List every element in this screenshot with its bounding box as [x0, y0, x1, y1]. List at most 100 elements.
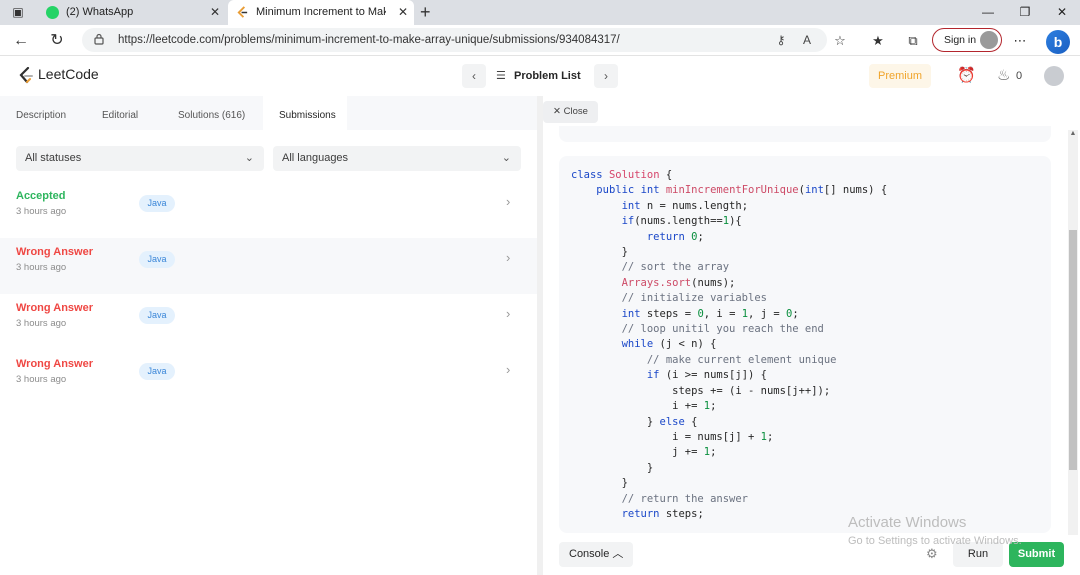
tab-description[interactable]: Description	[16, 96, 66, 130]
code-line: class Solution {	[571, 169, 673, 181]
submission-status: Accepted	[16, 190, 66, 202]
maximize-icon[interactable]: ❐	[1007, 0, 1043, 25]
code-line: int steps = 0, i = 1, j = 0;	[621, 307, 799, 320]
scrollbar[interactable]: ▲	[1068, 130, 1078, 535]
submission-status: Wrong Answer	[16, 302, 94, 314]
next-problem-button[interactable]: ›	[594, 64, 618, 88]
add-favorite-icon[interactable]: ☆	[830, 31, 850, 51]
language-filter[interactable]: All languages ⌄	[273, 146, 521, 171]
brand-name[interactable]: LeetCode	[38, 66, 99, 82]
code-line: // loop unitil you reach the end	[621, 323, 824, 336]
code-line: }	[571, 246, 628, 259]
collections-icon[interactable]: ⧉	[903, 31, 923, 51]
premium-button[interactable]: Premium	[869, 64, 931, 88]
problem-list-button[interactable]: ☰ Problem List	[496, 64, 581, 88]
code-line: i += 1;	[571, 400, 717, 413]
code-line: // initialize variables	[621, 292, 767, 305]
chevron-down-icon: ⌄	[501, 152, 511, 164]
code-viewer[interactable]: class Solution { public int minIncrement…	[559, 156, 1051, 533]
sign-in-button[interactable]: Sign in	[932, 28, 1002, 52]
language-badge: Java	[139, 307, 175, 324]
submission-row[interactable]: Wrong Answer 3 hours ago Java ›	[0, 294, 537, 350]
tab-editorial[interactable]: Editorial	[102, 96, 138, 130]
watermark-subtitle: Go to Settings to activate Windows.	[848, 535, 1022, 547]
close-button[interactable]: ✕ Close	[543, 101, 598, 123]
code-line: if (i >= nums[j]) {	[646, 369, 767, 382]
submission-time: 3 hours ago	[16, 374, 67, 385]
code-line: }	[571, 477, 628, 490]
close-tab-icon[interactable]: ✕	[210, 0, 220, 25]
close-tab-icon[interactable]: ✕	[398, 0, 408, 25]
more-options-icon[interactable]: ⋯	[1010, 31, 1030, 51]
code-line: i = nums[j] + 1;	[571, 430, 774, 443]
submission-row[interactable]: Wrong Answer 3 hours ago Java ›	[0, 350, 537, 406]
code-block: class Solution { public int minIncrement…	[571, 168, 887, 522]
streak-flame-icon[interactable]: ♨	[997, 65, 1010, 87]
submission-row[interactable]: Accepted 3 hours ago Java ›	[0, 182, 537, 238]
close-label: Close	[563, 106, 588, 117]
url-field[interactable]: https://leetcode.com/problems/minimum-in…	[82, 28, 827, 52]
address-bar: ← ↻ https://leetcode.com/problems/minimu…	[0, 25, 1080, 56]
key-icon[interactable]: ⚷	[772, 31, 790, 49]
profile-avatar	[980, 31, 998, 49]
alarm-clock-icon[interactable]: ⏰	[957, 65, 976, 87]
tab-title: Minimum Increment to Make Array Unique	[256, 6, 386, 18]
streak-count: 0	[1016, 70, 1023, 82]
language-filter-value: All languages	[282, 152, 349, 164]
status-filter[interactable]: All statuses ⌄	[16, 146, 264, 171]
tab-actions-icon[interactable]: ▣	[10, 4, 26, 20]
prev-problem-button[interactable]: ‹	[462, 64, 486, 88]
status-filter-value: All statuses	[25, 152, 82, 164]
list-icon: ☰	[496, 70, 506, 82]
panel-tabs: Description Editorial Solutions (616) Su…	[0, 96, 537, 130]
code-line: if(nums.length==1){	[621, 215, 742, 228]
url-text: https://leetcode.com/problems/minimum-in…	[118, 34, 620, 46]
right-panel: ✕ Close class Solution { public int minI…	[543, 96, 1080, 575]
tab-title: (2) WhatsApp	[66, 6, 134, 18]
chevron-right-icon: ›	[506, 362, 511, 377]
language-badge: Java	[139, 363, 175, 380]
user-avatar[interactable]	[1044, 66, 1064, 86]
browser-tab-leetcode[interactable]: Minimum Increment to Make Array Unique ✕	[228, 0, 414, 25]
bing-icon[interactable]: b	[1046, 30, 1070, 54]
leetcode-logo-icon[interactable]	[18, 67, 34, 85]
code-line: steps += (i - nums[j++]);	[571, 384, 831, 397]
submission-time: 3 hours ago	[16, 206, 67, 217]
browser-tab-bar: ▣ (2) WhatsApp ✕ Minimum Increment to Ma…	[0, 0, 1080, 25]
close-icon: ✕	[553, 106, 564, 117]
tab-submissions[interactable]: Submissions	[263, 96, 347, 130]
code-line: Arrays.sort(nums);	[621, 276, 736, 289]
tab-solutions[interactable]: Solutions (616)	[178, 96, 245, 130]
refresh-icon[interactable]: ↻	[46, 30, 68, 52]
code-line: // return the answer	[621, 492, 749, 505]
browser-tab-whatsapp[interactable]: (2) WhatsApp ✕	[38, 0, 226, 25]
leetcode-header: LeetCode ‹ ☰ Problem List › Premium ⏰ ♨ 0	[0, 56, 1080, 96]
chevron-right-icon: ›	[506, 194, 511, 209]
chevron-right-icon: ›	[506, 306, 511, 321]
activate-windows-watermark: Activate Windows Go to Settings to activ…	[848, 514, 1022, 549]
code-line: return steps;	[621, 507, 704, 520]
favorites-icon[interactable]: ★	[868, 31, 888, 51]
code-line: return 0;	[646, 230, 704, 243]
console-button[interactable]: Console ︿	[559, 542, 633, 567]
language-badge: Java	[139, 195, 175, 212]
new-tab-icon[interactable]: +	[420, 2, 431, 22]
watermark-title: Activate Windows	[848, 514, 967, 531]
read-aloud-icon[interactable]: A	[798, 31, 816, 49]
scrollbar-thumb[interactable]	[1069, 230, 1077, 470]
back-icon[interactable]: ←	[10, 30, 32, 52]
problem-list-label: Problem List	[514, 70, 581, 82]
code-line: }	[571, 461, 654, 474]
scroll-up-icon[interactable]: ▲	[1068, 130, 1078, 140]
code-line: int n = nums.length;	[621, 199, 749, 212]
submission-row[interactable]: Wrong Answer 3 hours ago Java ›	[0, 238, 537, 294]
minimize-icon[interactable]: —	[970, 0, 1006, 25]
code-line: // make current element unique	[646, 353, 837, 366]
console-label: Console	[569, 548, 610, 560]
left-panel: Description Editorial Solutions (616) Su…	[0, 96, 537, 575]
code-line: // sort the array	[621, 261, 730, 274]
close-window-icon[interactable]: ✕	[1044, 0, 1080, 25]
submission-time: 3 hours ago	[16, 318, 67, 329]
code-line: public int minIncrementForUnique(int[] n…	[596, 184, 888, 197]
lock-icon	[94, 33, 104, 45]
